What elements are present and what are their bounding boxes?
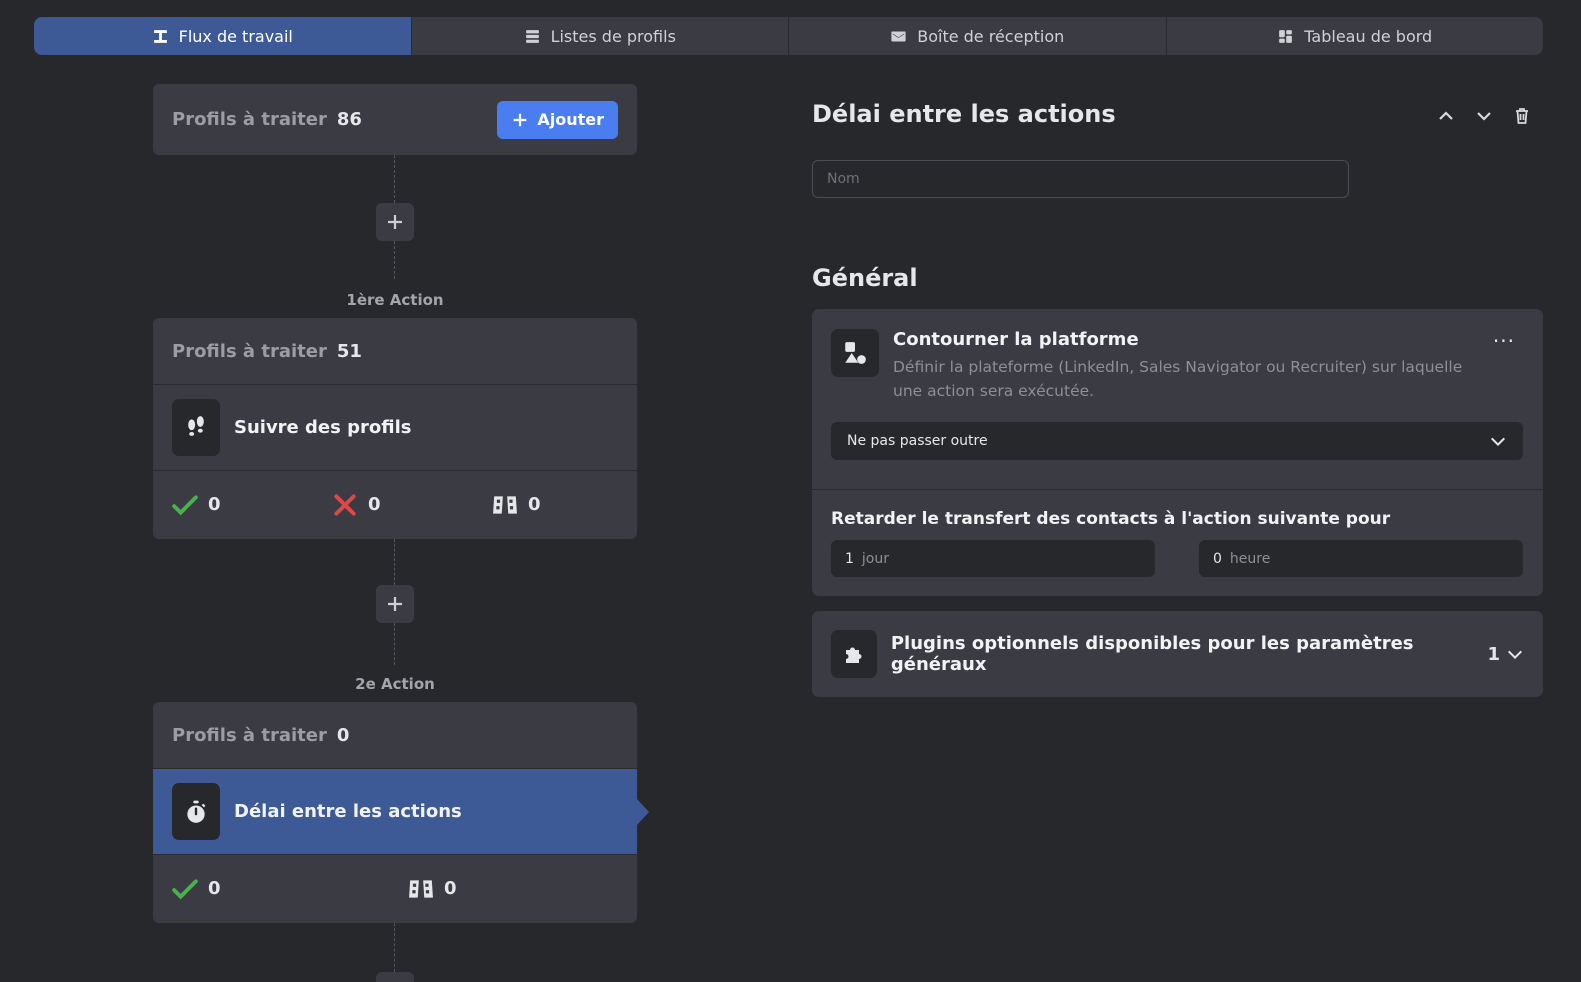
step-card-follow[interactable]: Profils à traiter 51 Suivre des profils … — [153, 318, 637, 539]
plus-icon — [388, 215, 402, 229]
plugins-title: Plugins optionnels disponibles pour les … — [890, 633, 1414, 675]
platform-select-value: Ne pas passer outre — [847, 433, 988, 449]
skip-road-icon — [493, 495, 517, 514]
more-options-button[interactable]: ··· — [1493, 331, 1515, 351]
tab-inbox-label: Boîte de réception — [917, 26, 1065, 46]
footsteps-icon — [172, 399, 220, 456]
add-step-button[interactable] — [376, 585, 414, 623]
name-input[interactable] — [812, 160, 1349, 198]
move-down-button[interactable] — [1472, 104, 1496, 128]
add-step-button[interactable] — [376, 972, 414, 982]
connector-line — [394, 155, 395, 203]
general-settings-card: Contourner la platforme Définir la plate… — [812, 309, 1543, 596]
delay-days-value: 1 — [845, 550, 854, 567]
mail-icon — [891, 31, 906, 41]
platform-option-description: Définir la plateforme (LinkedIn, Sales N… — [893, 358, 1463, 400]
step-card-body[interactable]: Suivre des profils — [153, 385, 637, 471]
tab-profile-lists-label: Listes de profils — [550, 26, 676, 46]
success-count: 0 — [208, 878, 221, 899]
puzzle-icon — [831, 630, 877, 678]
main-tab-bar: Flux de travail Listes de profils Boîte … — [34, 17, 1543, 55]
trash-icon — [1516, 108, 1528, 124]
connector-line — [394, 241, 395, 279]
pending-count: 51 — [336, 340, 362, 362]
shapes-icon — [831, 329, 879, 377]
panel-title: Délai entre les actions — [812, 100, 1116, 128]
tab-profile-lists[interactable]: Listes de profils — [410, 17, 789, 55]
add-profiles-button[interactable]: Ajouter — [497, 100, 618, 139]
chevron-down-icon — [1507, 650, 1523, 660]
skipped-stat: 0 — [408, 876, 457, 902]
move-up-button[interactable] — [1434, 104, 1458, 128]
step-card-stats: 0 0 — [153, 855, 637, 922]
success-stat: 0 — [172, 492, 332, 518]
failed-stat: 0 — [332, 492, 492, 518]
step-title: Suivre des profils — [234, 417, 412, 438]
pending-count: 0 — [336, 724, 350, 746]
cross-icon — [334, 493, 356, 516]
step-card-header: Profils à traiter 0 — [153, 702, 637, 769]
plugins-card[interactable]: Plugins optionnels disponibles pour les … — [812, 611, 1543, 697]
connector-line — [394, 539, 395, 585]
chevron-down-icon — [1477, 112, 1491, 121]
plus-icon — [388, 597, 402, 611]
workflow-icon — [153, 29, 167, 43]
pending-count: 86 — [336, 109, 362, 130]
delay-title: Retarder le transfert des contacts à l'a… — [831, 509, 1391, 529]
failed-count: 0 — [368, 494, 381, 515]
platform-select[interactable]: Ne pas passer outre — [831, 422, 1523, 460]
stopwatch-icon — [172, 783, 220, 840]
step-label: 2e Action — [355, 675, 435, 693]
pending-label: Profils à traiter — [172, 340, 327, 362]
plugins-count[interactable]: 1 — [1487, 644, 1524, 665]
source-card-header: Profils à traiter 86 Ajouter — [153, 84, 637, 155]
plugins-count-value: 1 — [1487, 643, 1500, 665]
chevron-up-icon — [1439, 111, 1453, 120]
success-stat: 0 — [172, 876, 408, 902]
list-icon — [525, 29, 539, 43]
plus-icon — [514, 113, 527, 126]
skipped-count: 0 — [528, 494, 541, 515]
skip-road-icon — [409, 879, 433, 898]
delay-hours-value: 0 — [1213, 550, 1222, 567]
tab-workflow-label: Flux de travail — [178, 26, 293, 46]
step-label: 1ère Action — [346, 291, 444, 309]
chevron-down-icon — [1490, 437, 1506, 447]
tab-inbox[interactable]: Boîte de réception — [788, 17, 1166, 55]
delay-days-field[interactable]: 1 jour — [831, 540, 1155, 577]
skipped-stat: 0 — [492, 492, 541, 518]
step-card-header: Profils à traiter 51 — [153, 318, 637, 385]
success-count: 0 — [208, 494, 221, 515]
step-card-body-selected[interactable]: Délai entre les actions — [153, 769, 649, 855]
delay-hours-field[interactable]: 0 heure — [1199, 540, 1523, 577]
source-card: Profils à traiter 86 Ajouter — [153, 84, 637, 155]
delete-button[interactable] — [1510, 104, 1534, 128]
tab-dashboard-label: Tableau de bord — [1304, 26, 1433, 46]
delay-hours-unit: heure — [1229, 550, 1271, 567]
add-step-button[interactable] — [376, 203, 414, 241]
step-card-stats: 0 0 0 — [153, 471, 637, 538]
check-icon — [172, 878, 198, 899]
pending-label: Profils à traiter — [172, 109, 327, 130]
skipped-count: 0 — [444, 878, 457, 899]
tab-workflow[interactable]: Flux de travail — [34, 17, 411, 55]
check-icon — [172, 494, 198, 515]
delay-days-unit: jour — [861, 550, 890, 567]
platform-option-title: Contourner la platforme — [893, 329, 1139, 350]
step-card-delay[interactable]: Profils à traiter 0 Délai entre les acti… — [153, 702, 649, 923]
step-title: Délai entre les actions — [234, 801, 462, 822]
panel-toolbar — [1434, 104, 1534, 128]
add-profiles-label: Ajouter — [537, 110, 604, 129]
divider — [812, 489, 1543, 490]
connector-line — [394, 623, 395, 665]
dashboard-icon — [1279, 29, 1293, 43]
tab-dashboard[interactable]: Tableau de bord — [1165, 17, 1544, 55]
pending-label: Profils à traiter — [172, 724, 327, 746]
section-title-general: Général — [812, 264, 918, 292]
selection-pointer — [637, 799, 649, 825]
